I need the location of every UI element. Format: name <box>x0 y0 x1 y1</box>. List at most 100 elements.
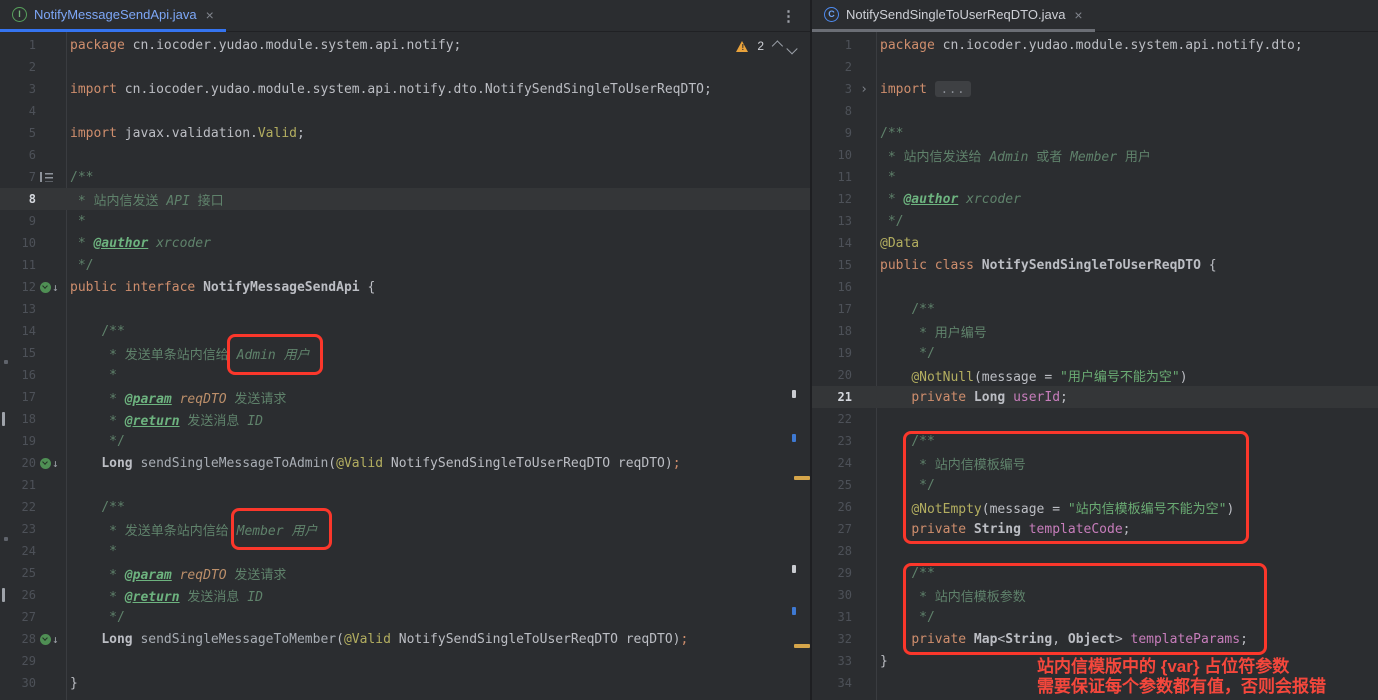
code-line[interactable]: 1package cn.iocoder.yudao.module.system.… <box>812 34 1378 56</box>
code-line[interactable]: 25 */ <box>812 474 1378 496</box>
code-line[interactable]: 21 private Long userId; <box>812 386 1378 408</box>
code-line[interactable]: 13 */ <box>812 210 1378 232</box>
code-line[interactable]: 18 * 用户编号 <box>812 320 1378 342</box>
line-number: 32 <box>812 632 852 646</box>
line-number: 30 <box>0 676 36 690</box>
line-number: 17 <box>812 302 852 316</box>
code-line[interactable]: 20 @NotNull(message = "用户编号不能为空") <box>812 364 1378 386</box>
right-editor[interactable]: 1package cn.iocoder.yudao.module.system.… <box>812 32 1378 700</box>
code-line[interactable]: 19 */ <box>0 430 810 452</box>
code-line[interactable]: 4 <box>0 100 810 122</box>
line-number: 17 <box>0 390 36 404</box>
implemented-icon[interactable] <box>40 634 51 645</box>
code-line[interactable]: 27 private String templateCode; <box>812 518 1378 540</box>
code-line[interactable]: 23 /** <box>812 430 1378 452</box>
right-tab-bar: C NotifySendSingleToUserReqDTO.java × <box>812 0 1378 32</box>
scrollbar-warning-mark[interactable] <box>794 644 810 648</box>
scrollbar-mark[interactable] <box>792 390 796 398</box>
code-line[interactable]: 14@Data <box>812 232 1378 254</box>
code-line[interactable]: 24 * <box>0 540 810 562</box>
line-number: 11 <box>812 170 852 184</box>
code-line[interactable]: 22 /** <box>0 496 810 518</box>
code-line[interactable]: 1package cn.iocoder.yudao.module.system.… <box>0 34 810 56</box>
code-line[interactable]: 7/** <box>0 166 810 188</box>
scrollbar-mark[interactable] <box>792 434 796 442</box>
code-line[interactable]: 16 <box>812 276 1378 298</box>
code-line[interactable]: 17 /** <box>812 298 1378 320</box>
code-line[interactable]: 8 * 站内信发送 API 接口 <box>0 188 810 210</box>
code-line[interactable]: 27 */ <box>0 606 810 628</box>
code-line[interactable]: 24 * 站内信模板编号 <box>812 452 1378 474</box>
left-editor[interactable]: 1package cn.iocoder.yudao.module.system.… <box>0 32 810 700</box>
close-icon[interactable]: × <box>206 8 214 22</box>
line-number: 22 <box>0 500 36 514</box>
code-line[interactable]: 3›import ... <box>812 78 1378 100</box>
code-line[interactable]: 19 */ <box>812 342 1378 364</box>
warning-icon: ! <box>736 41 749 52</box>
implemented-icon[interactable] <box>40 458 51 469</box>
code-line[interactable]: 9 * <box>0 210 810 232</box>
tab-notifymessagesendapi[interactable]: I NotifyMessageSendApi.java × <box>0 0 226 32</box>
code-line[interactable]: 13 <box>0 298 810 320</box>
code-line[interactable]: 2 <box>812 56 1378 78</box>
code-line[interactable]: 31 */ <box>812 606 1378 628</box>
code-line[interactable]: 3import cn.iocoder.yudao.module.system.a… <box>0 78 810 100</box>
line-number: 20 <box>0 456 36 470</box>
code-line[interactable]: 10 * 站内信发送给 Admin 或者 Member 用户 <box>812 144 1378 166</box>
code-line[interactable]: 9/** <box>812 122 1378 144</box>
code-line[interactable]: 12 * @author xrcoder <box>812 188 1378 210</box>
gutter-dot-marker <box>4 537 8 541</box>
code-line[interactable]: 6 <box>0 144 810 166</box>
code-line[interactable]: 11 */ <box>0 254 810 276</box>
line-number: 24 <box>0 544 36 558</box>
code-line[interactable]: 22 <box>812 408 1378 430</box>
code-line[interactable]: 14 /** <box>0 320 810 342</box>
inspections-widget[interactable]: ! 2 <box>736 39 796 53</box>
doc-render-toggle-icon[interactable] <box>40 172 54 182</box>
fold-chevron-icon[interactable]: › <box>852 82 876 97</box>
code-line[interactable]: 26 @NotEmpty(message = "站内信模板编号不能为空") <box>812 496 1378 518</box>
code-line[interactable]: 2 <box>0 56 810 78</box>
code-line[interactable]: 23 * 发送单条站内信给 Member 用户 <box>0 518 810 540</box>
scrollbar-mark[interactable] <box>792 607 796 615</box>
code-line[interactable]: 28↓ Long sendSingleMessageToMember(@Vali… <box>0 628 810 650</box>
code-line[interactable]: 29 <box>0 650 810 672</box>
code-line[interactable]: 16 * <box>0 364 810 386</box>
implemented-icon[interactable] <box>40 282 51 293</box>
tab-notifysendsingletouserreqdto[interactable]: C NotifySendSingleToUserReqDTO.java × <box>812 0 1095 32</box>
code-line[interactable]: 28 <box>812 540 1378 562</box>
code-line[interactable]: 30} <box>0 672 810 694</box>
annotation-caption-line2: 需要保证每个参数都有值，否则会报错 <box>1037 677 1326 697</box>
close-icon[interactable]: × <box>1074 8 1082 22</box>
code-line[interactable]: 11 * <box>812 166 1378 188</box>
gutter-bar-marker <box>2 412 5 426</box>
code-line[interactable]: 25 * @param reqDTO 发送请求 <box>0 562 810 584</box>
gutter-bar-marker <box>2 588 5 602</box>
scrollbar-warning-mark[interactable] <box>794 476 810 480</box>
code-body: 1package cn.iocoder.yudao.module.system.… <box>0 32 810 694</box>
code-line[interactable]: 20↓ Long sendSingleMessageToAdmin(@Valid… <box>0 452 810 474</box>
more-options-icon[interactable]: ⋮ <box>781 7 796 25</box>
code-line[interactable]: 10 * @author xrcoder <box>0 232 810 254</box>
code-line[interactable]: 30 * 站内信模板参数 <box>812 584 1378 606</box>
code-line[interactable]: 15public class NotifySendSingleToUserReq… <box>812 254 1378 276</box>
code-line[interactable]: 29 /** <box>812 562 1378 584</box>
code-line[interactable]: 26 * @return 发送消息 ID <box>0 584 810 606</box>
line-number: 13 <box>812 214 852 228</box>
code-line[interactable]: 32 private Map<String, Object> templateP… <box>812 628 1378 650</box>
code-line[interactable]: 12↓public interface NotifyMessageSendApi… <box>0 276 810 298</box>
code-line[interactable]: 21 <box>0 474 810 496</box>
code-line[interactable]: 8 <box>812 100 1378 122</box>
prev-problem-icon[interactable] <box>772 40 783 51</box>
line-number: 31 <box>812 610 852 624</box>
folded-imports[interactable]: ... <box>935 81 972 97</box>
line-number: 4 <box>0 104 36 118</box>
right-editor-pane: C NotifySendSingleToUserReqDTO.java × 1p… <box>812 0 1378 700</box>
next-problem-icon[interactable] <box>786 43 797 54</box>
code-line[interactable]: 15 * 发送单条站内信给 Admin 用户 <box>0 342 810 364</box>
code-line[interactable]: 17 * @param reqDTO 发送请求 <box>0 386 810 408</box>
code-line[interactable]: 18 * @return 发送消息 ID <box>0 408 810 430</box>
code-line[interactable]: 5import javax.validation.Valid; <box>0 122 810 144</box>
scrollbar-mark[interactable] <box>792 565 796 573</box>
line-number: 23 <box>0 522 36 536</box>
